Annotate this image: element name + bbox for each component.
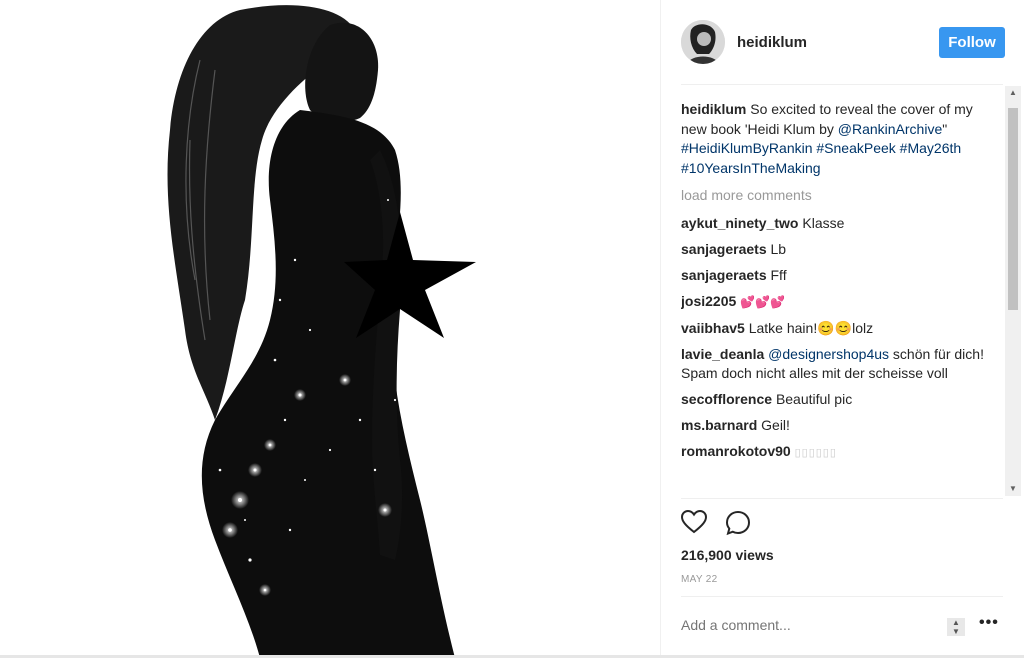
comment-text: Geil! [761, 417, 790, 433]
comments-list: heidiklum So excited to reveal the cover… [681, 100, 1001, 496]
post-image[interactable] [0, 0, 660, 658]
comment-username[interactable]: ms.barnard [681, 417, 757, 433]
caption-text-2: " [942, 120, 948, 137]
comment-item: lavie_deanla @designershop4us schön für … [681, 345, 1001, 384]
comments-scrollbar[interactable]: ▲ ▼ [1005, 86, 1021, 496]
comments-divider [681, 498, 1003, 499]
comment-item: aykut_ninety_two Klasse [681, 214, 1001, 234]
scroll-down-arrow-icon[interactable]: ▼ [1005, 482, 1021, 496]
comment-item: vaiibhav5 Latke hain!😊😊lolz [681, 319, 1001, 339]
spinner-arrows-icon[interactable]: ▲ ▼ [947, 618, 965, 636]
comment-username[interactable]: romanrokotov90 [681, 443, 791, 459]
comment-username[interactable]: sanjageraets [681, 241, 767, 257]
post-sidebar: heidiklum Follow heidiklum So excited to… [660, 0, 1024, 658]
comment-username[interactable]: sanjageraets [681, 267, 767, 283]
comment-username[interactable]: josi2205 [681, 293, 736, 309]
comment-item: secofflorence Beautiful pic [681, 390, 1001, 410]
comment-item: ms.barnard Geil! [681, 416, 1001, 436]
post-header: heidiklum Follow [681, 18, 1005, 66]
instagram-post: heidiklum Follow heidiklum So excited to… [0, 0, 1024, 658]
add-comment-input[interactable] [681, 617, 931, 633]
heart-icon[interactable] [680, 509, 708, 541]
comment-text: Fff [770, 266, 787, 283]
post-date: MAY 22 [681, 574, 718, 585]
action-bar [680, 509, 751, 541]
scroll-up-arrow-icon[interactable]: ▲ [1005, 86, 1021, 100]
comment-text: Beautiful pic [775, 391, 853, 407]
caption-mention[interactable]: @RankinArchive [838, 121, 942, 137]
silhouette-photo [0, 0, 660, 658]
comment-text: Latke hain!😊😊lolz [748, 319, 874, 336]
comment-username[interactable]: aykut_ninety_two [681, 215, 798, 231]
comment-item: romanrokotov90 ▯▯▯▯▯▯ [681, 442, 1001, 464]
more-options-icon[interactable]: ••• [979, 614, 999, 632]
header-divider [681, 84, 1003, 85]
comment-item: sanjageraets Fff [681, 266, 1001, 286]
comment-text: 💕💕💕 [740, 294, 785, 309]
comment-item: sanjageraets Lb [681, 240, 1001, 260]
avatar[interactable] [681, 20, 725, 64]
footer-divider [681, 596, 1003, 597]
comment-icon[interactable] [725, 510, 751, 541]
follow-button[interactable]: Follow [939, 27, 1005, 58]
caption-hashtags[interactable]: #HeidiKlumByRankin #SneakPeek #May26th #… [681, 140, 961, 176]
comment-username[interactable]: lavie_deanla [681, 346, 764, 362]
scroll-thumb[interactable] [1008, 108, 1018, 310]
comment-text: Klasse [802, 214, 845, 231]
comment-text: Lb [770, 240, 787, 257]
comment-item: josi2205 💕💕💕 [681, 292, 1001, 313]
header-username[interactable]: heidiklum [737, 34, 807, 51]
comment-text: ▯▯▯▯▯▯ [794, 447, 837, 459]
comment-username[interactable]: vaiibhav5 [681, 320, 745, 336]
comment-username[interactable]: secofflorence [681, 391, 772, 407]
caption-username[interactable]: heidiklum [681, 101, 746, 117]
comment-mention[interactable]: @designershop4us [768, 346, 889, 362]
view-count: 216,900 views [681, 547, 774, 563]
load-more-comments[interactable]: load more comments [681, 186, 1001, 206]
caption: heidiklum So excited to reveal the cover… [681, 100, 1001, 178]
